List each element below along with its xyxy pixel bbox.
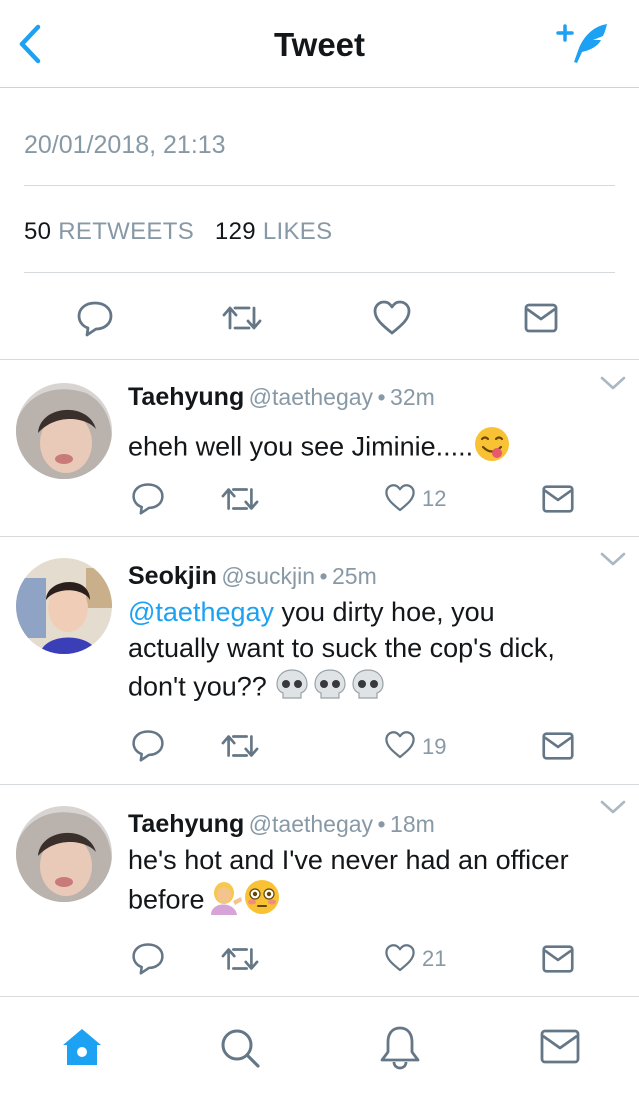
reply-icon[interactable] xyxy=(130,940,166,976)
retweets-label[interactable]: RETWEETS xyxy=(58,218,194,245)
mention-link[interactable]: @taethegay xyxy=(128,597,274,627)
share-mail-icon[interactable] xyxy=(539,727,577,765)
tweet-time: 32m xyxy=(390,384,435,410)
tweet-stats: 50 RETWEETS 129 LIKES xyxy=(24,218,332,246)
retweet-icon[interactable] xyxy=(222,298,262,338)
avatar[interactable] xyxy=(16,383,112,479)
messages-icon[interactable] xyxy=(538,1026,582,1068)
chevron-down-icon[interactable] xyxy=(599,550,627,568)
search-icon[interactable] xyxy=(218,1026,262,1070)
flushed-face-emoji xyxy=(243,878,281,925)
like-heart-icon[interactable] xyxy=(384,727,416,763)
reply-icon[interactable] xyxy=(130,480,166,516)
reply-icon[interactable] xyxy=(75,298,115,338)
tweet-time: 18m xyxy=(390,811,435,837)
tweet-text: eheh well you see Jiminie..... xyxy=(128,425,618,472)
retweet-icon[interactable] xyxy=(220,480,260,518)
like-heart-icon[interactable] xyxy=(372,298,412,338)
author-name[interactable]: Taehyung xyxy=(128,383,244,411)
share-mail-icon[interactable] xyxy=(521,298,561,338)
share-mail-icon[interactable] xyxy=(539,480,577,518)
likes-count[interactable]: 129 xyxy=(215,218,256,245)
tweet-text-line: he's hot and I've never had an officer xyxy=(128,845,569,875)
dot-separator: • xyxy=(377,384,386,410)
tweet-header: Taehyung @taethegay • 18m xyxy=(128,810,435,839)
author-handle[interactable]: @taethegay xyxy=(249,811,373,837)
compose-tweet-icon[interactable] xyxy=(551,18,611,68)
avatar[interactable] xyxy=(16,806,112,902)
like-heart-icon[interactable] xyxy=(384,940,416,976)
author-handle[interactable]: @suckjin xyxy=(221,563,315,589)
likes-label[interactable]: LIKES xyxy=(263,218,333,245)
notifications-icon[interactable] xyxy=(378,1024,422,1070)
chevron-down-icon[interactable] xyxy=(599,798,627,816)
author-name[interactable]: Seokjin xyxy=(128,562,217,590)
like-count: 12 xyxy=(422,486,447,511)
tweet-text-line: actually want to suck the cop's dick, xyxy=(128,633,555,663)
page-title: Tweet xyxy=(273,26,366,63)
like-heart-icon[interactable] xyxy=(384,480,416,516)
tweet-time: 25m xyxy=(332,563,377,589)
skull-emoji xyxy=(274,666,386,711)
tweet-text-content: eheh well you see Jiminie..... xyxy=(128,431,474,462)
woman-tipping-hand-emoji xyxy=(205,879,243,924)
retweet-icon[interactable] xyxy=(220,727,260,765)
share-mail-icon[interactable] xyxy=(539,940,577,978)
tweet-text-line: don't you?? xyxy=(128,671,275,702)
divider xyxy=(0,784,639,785)
divider xyxy=(24,272,615,273)
yum-face-emoji xyxy=(473,425,511,472)
author-handle[interactable]: @taethegay xyxy=(249,384,373,410)
tweet-text: he's hot and I've never had an officer b… xyxy=(128,842,618,925)
divider xyxy=(0,359,639,360)
tweet-text-line: you dirty hoe, you xyxy=(274,597,495,627)
reply-icon[interactable] xyxy=(130,727,166,763)
like-count: 19 xyxy=(422,734,447,759)
divider xyxy=(24,185,615,186)
tweet-header: Seokjin @suckjin • 25m xyxy=(128,562,377,591)
dot-separator: • xyxy=(319,563,328,589)
dot-separator: • xyxy=(377,811,386,837)
home-icon[interactable] xyxy=(60,1026,104,1068)
tweet-text-line: before xyxy=(128,884,205,915)
author-name[interactable]: Taehyung xyxy=(128,810,244,838)
tweet-header: Taehyung @taethegay • 32m xyxy=(128,383,435,412)
avatar[interactable] xyxy=(16,558,112,654)
retweets-count[interactable]: 50 xyxy=(24,218,51,245)
tweet-text: @taethegay you dirty hoe, you actually w… xyxy=(128,594,618,711)
divider xyxy=(0,536,639,537)
tweet-timestamp: 20/01/2018, 21:13 xyxy=(24,131,226,159)
like-count: 21 xyxy=(422,946,447,971)
chevron-down-icon[interactable] xyxy=(599,374,627,392)
retweet-icon[interactable] xyxy=(220,940,260,978)
